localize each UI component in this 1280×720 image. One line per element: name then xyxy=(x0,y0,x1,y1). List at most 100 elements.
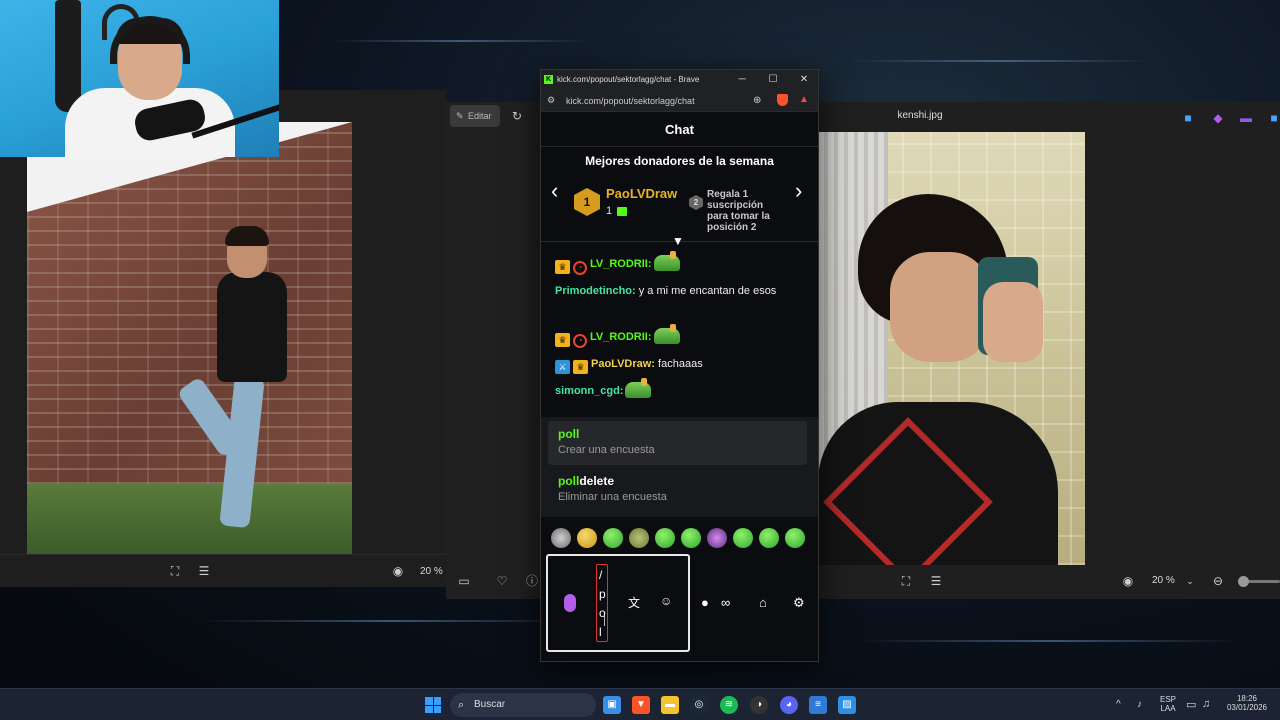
emote-icon[interactable] xyxy=(551,528,571,548)
camera-icon[interactable]: ◉ xyxy=(390,563,406,579)
volume-icon[interactable]: ♫ xyxy=(1202,698,1210,710)
chevron-left-icon[interactable]: ‹ xyxy=(551,178,558,204)
photos-app-icon[interactable]: ▨ xyxy=(838,696,856,714)
adjust-icon[interactable]: ☰ xyxy=(196,563,212,579)
maximize-button[interactable]: ☐ xyxy=(766,73,780,87)
translate-icon[interactable]: 文 xyxy=(628,594,640,611)
chat-username[interactable]: PaoLVDraw: xyxy=(591,358,655,370)
site-settings-icon[interactable]: ⚙ xyxy=(547,95,555,106)
chat-text: fachaaas xyxy=(658,358,703,370)
chat-username[interactable]: LV_RODRII: xyxy=(590,258,652,270)
steam-icon[interactable]: ◎ xyxy=(690,696,708,714)
emote-icon[interactable] xyxy=(759,528,779,548)
chat-messages: ♛ ◔ LV_RODRII: Primodetincho: y a mi me en… xyxy=(541,243,818,416)
info-icon[interactable]: ⓘ xyxy=(524,573,540,589)
microphone-icon[interactable] xyxy=(564,594,576,612)
chat-input-text[interactable]: / p o l xyxy=(599,566,609,642)
zoom-out-icon[interactable]: ⊖ xyxy=(1210,573,1226,589)
brave-shields-icon[interactable] xyxy=(777,94,788,106)
settings-gear-icon[interactable]: ⚙ xyxy=(793,595,805,611)
share-icon[interactable]: ■ xyxy=(1266,110,1280,126)
network-icon[interactable]: ▭ xyxy=(1186,698,1196,711)
chat-input-box[interactable]: / p o l 文 ☺ xyxy=(546,554,690,652)
photos-right-toolbar: ⛶ ☰ ◉ 20 % ⌄ ⊖ xyxy=(818,565,1280,597)
emote-icon[interactable] xyxy=(785,528,805,548)
zoom-level[interactable]: 20 % xyxy=(1152,575,1175,586)
command-description: Crear una encuesta xyxy=(558,444,655,456)
emote-icon[interactable] xyxy=(681,528,701,548)
language-code: ESP xyxy=(1159,695,1176,704)
clock[interactable]: 18:26 03/01/2026 xyxy=(1222,694,1272,712)
app-icon[interactable]: ■ xyxy=(1180,110,1196,126)
brave-rewards-icon[interactable]: ▲ xyxy=(799,94,809,105)
copilot-icon[interactable]: ◆ xyxy=(1210,110,1226,126)
emote-icon[interactable] xyxy=(603,528,623,548)
chevron-down-icon[interactable]: ⌄ xyxy=(1182,573,1198,589)
language-indicator[interactable]: ESP LAA xyxy=(1158,695,1178,713)
taskbar-search[interactable]: ⌕ Buscar xyxy=(450,693,596,717)
chevron-up-icon[interactable]: ^ xyxy=(1116,699,1121,710)
spotify-icon[interactable]: ≋ xyxy=(720,696,738,714)
brave-app-icon[interactable]: ▼ xyxy=(632,696,650,714)
discord-icon[interactable]: ◕ xyxy=(780,696,798,714)
microphone-tray-icon[interactable]: ♪ xyxy=(1137,699,1142,710)
crop-icon[interactable]: ⛶ xyxy=(898,573,914,589)
top-donors-panel: Mejores donadores de la semana ‹ › 1 Pao… xyxy=(541,148,818,248)
app-icon[interactable]: ◑ xyxy=(750,696,768,714)
chat-username[interactable]: LV_RODRII: xyxy=(590,331,652,343)
gauge-badge-icon: ◔ xyxy=(573,334,587,348)
emote-icon[interactable] xyxy=(629,528,649,548)
command-suggestions: poll Crear una encuesta polldelete Elimi… xyxy=(541,417,818,517)
text-cursor xyxy=(604,616,605,626)
chat-message: ♛ ◔ LV_RODRII: xyxy=(555,251,805,275)
donors-title: Mejores donadores de la semana xyxy=(585,154,774,168)
edit-button[interactable]: ✎ Editar xyxy=(450,105,500,127)
suggestion-polldelete[interactable]: polldelete Eliminar una encuesta xyxy=(548,468,807,512)
camera-icon[interactable]: ◉ xyxy=(1120,573,1136,589)
window-title: kick.com/popout/sektorlagg/chat - Brave xyxy=(557,75,700,84)
top-donor-name[interactable]: PaoLVDraw xyxy=(606,186,677,201)
webcam-overlay xyxy=(0,0,279,157)
favorite-icon[interactable]: ♡ xyxy=(494,573,510,589)
rotate-icon[interactable]: ↻ xyxy=(509,108,525,124)
emoji-icon[interactable]: ☺ xyxy=(660,594,672,608)
url-text[interactable]: kick.com/popout/sektorlagg/chat xyxy=(566,96,695,106)
filmstrip-icon[interactable]: ▭ xyxy=(456,573,472,589)
clock-time: 18:26 xyxy=(1236,694,1258,703)
emote-icon[interactable] xyxy=(655,528,675,548)
notepad-icon[interactable]: ≡ xyxy=(809,696,827,714)
close-button[interactable]: ✕ xyxy=(797,73,811,87)
photo-brick-wall xyxy=(27,122,352,554)
infinity-icon[interactable]: ∞ xyxy=(721,595,730,610)
zoom-icon[interactable]: ⊕ xyxy=(753,95,761,106)
zoom-slider-thumb[interactable] xyxy=(1238,576,1249,587)
edit-icon: ✎ xyxy=(456,111,464,121)
frog-emote-icon xyxy=(653,324,680,344)
address-bar[interactable]: ⚙ kick.com/popout/sektorlagg/chat ⊕ ▲ xyxy=(541,90,818,112)
emote-icon[interactable] xyxy=(577,528,597,548)
crop-icon[interactable]: ⛶ xyxy=(167,563,183,579)
emote-icon[interactable] xyxy=(707,528,727,548)
frog-emote-icon xyxy=(653,251,680,271)
store-icon[interactable]: ⌂ xyxy=(759,595,767,610)
search-label: Buscar xyxy=(474,699,506,710)
file-title: kenshi.jpg xyxy=(897,110,943,121)
chevron-right-icon[interactable]: › xyxy=(795,178,802,204)
emote-icon[interactable] xyxy=(733,528,753,548)
zoom-level[interactable]: 20 % xyxy=(420,566,443,577)
start-button[interactable] xyxy=(425,697,441,713)
rank-2-hint: Regala 1 suscripción para tomar la posic… xyxy=(707,189,770,233)
clipchamp-icon[interactable]: ▬ xyxy=(1238,110,1254,126)
adjust-icon[interactable]: ☰ xyxy=(928,573,944,589)
window-title-bar[interactable]: K kick.com/popout/sektorlagg/chat - Brav… xyxy=(541,70,818,90)
suggestion-poll[interactable]: poll Crear una encuesta xyxy=(548,421,807,465)
chat-username[interactable]: Primodetincho: xyxy=(555,285,636,297)
photos-left-toolbar: ⛶ ☰ ◉ 20 % xyxy=(0,554,446,587)
rank-1-medal: 1 xyxy=(574,188,600,216)
chat-username[interactable]: simonn_cgd: xyxy=(555,385,623,397)
zoom-slider[interactable] xyxy=(1238,576,1280,587)
extension-icon[interactable]: ● xyxy=(701,595,709,610)
minimize-button[interactable]: ─ xyxy=(735,73,749,87)
desktop-app-icon[interactable]: ▣ xyxy=(603,696,621,714)
file-explorer-icon[interactable]: ▬ xyxy=(661,696,679,714)
